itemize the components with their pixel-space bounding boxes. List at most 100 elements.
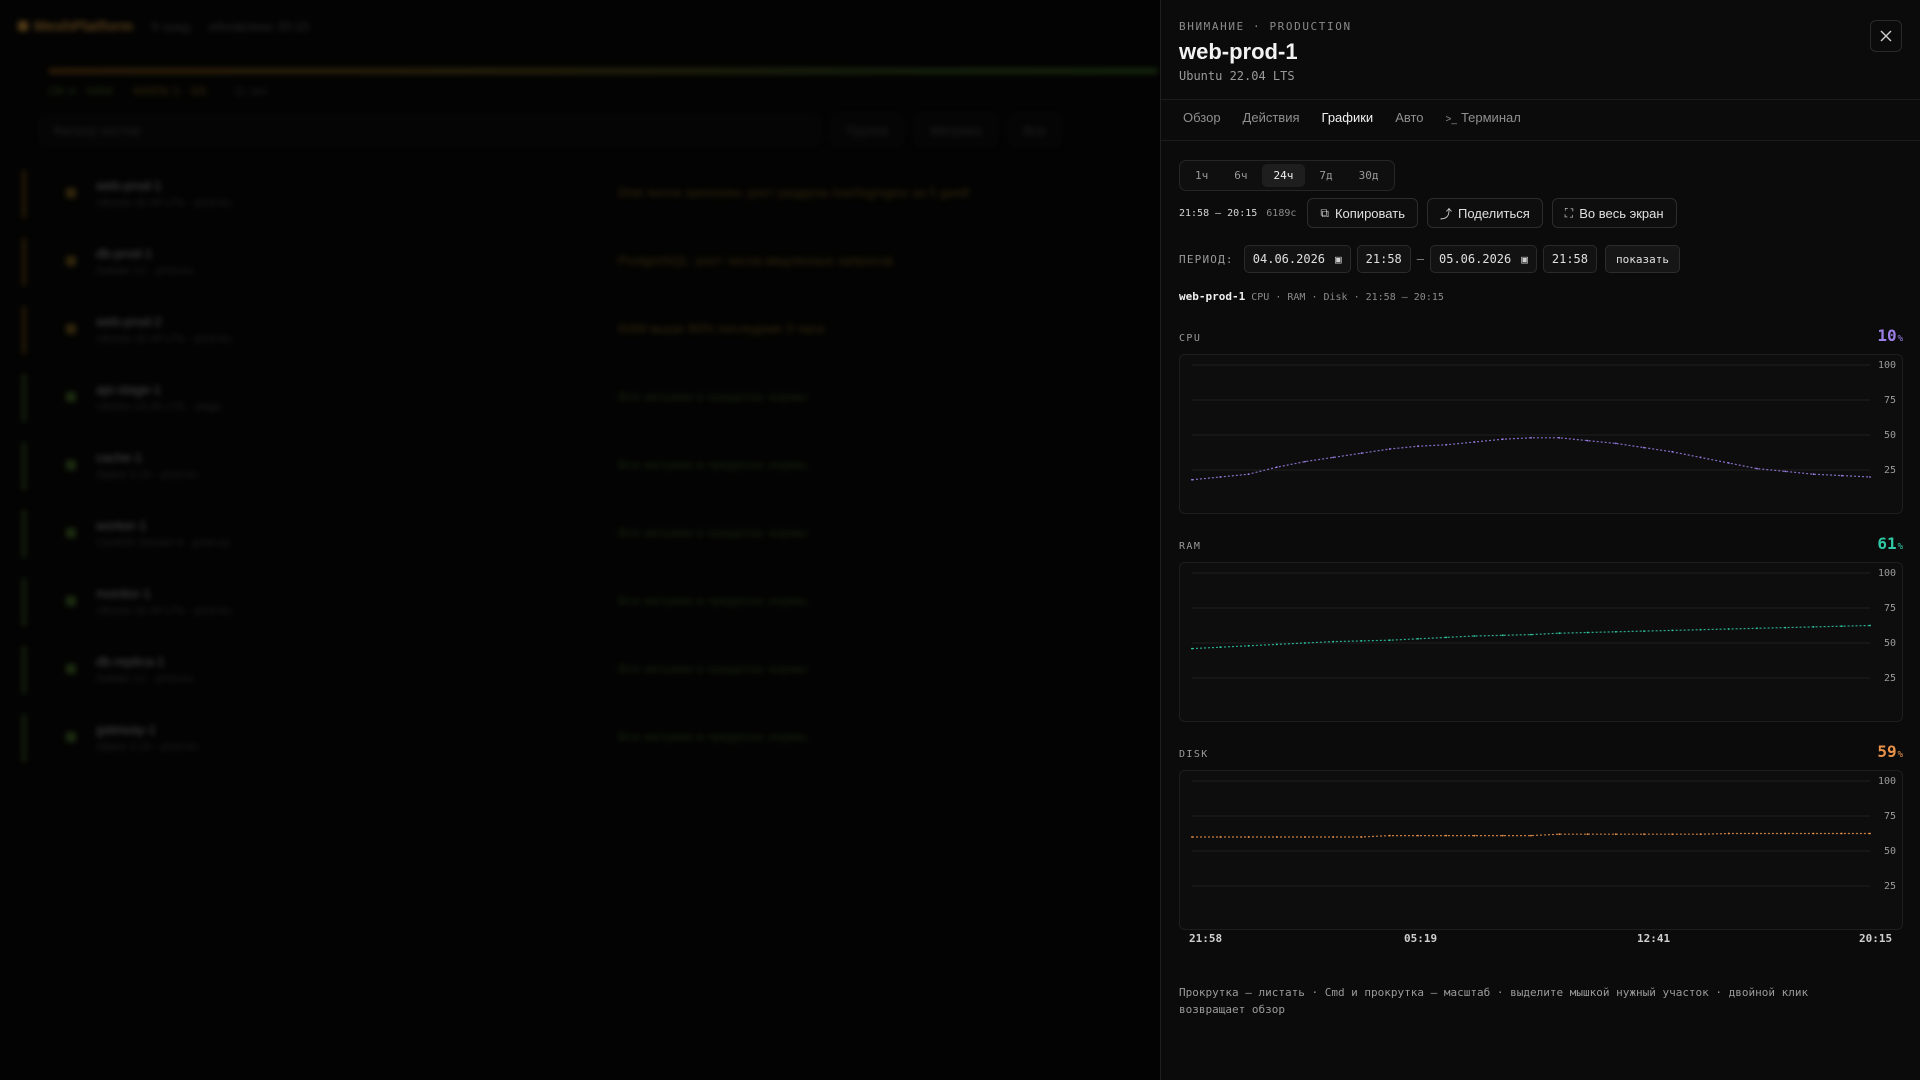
- data-point: [1727, 628, 1730, 630]
- share-button[interactable]: ⤴ Поделиться: [1426, 198, 1543, 228]
- data-point: [1445, 443, 1448, 446]
- data-point: [1699, 833, 1702, 836]
- range-7d[interactable]: 7д: [1307, 164, 1344, 187]
- calendar-icon: ▣: [1335, 252, 1342, 266]
- calendar-icon: ▣: [1521, 252, 1528, 266]
- data-point: [1388, 639, 1391, 642]
- ram-value-number: 61: [1877, 534, 1897, 553]
- cpu-chart-svg: 100 75 50 25: [1191, 360, 1896, 481]
- data-point: [1388, 448, 1391, 450]
- divider: [1161, 140, 1920, 141]
- data-point: [1247, 473, 1250, 476]
- data-point: [1840, 474, 1843, 477]
- x-tick-label: 20:15: [1859, 932, 1893, 945]
- data-point: [1247, 644, 1250, 647]
- period-to-date[interactable]: 05.06.2026 ▣: [1430, 245, 1537, 273]
- data-point: [1727, 462, 1730, 464]
- data-point: [1558, 632, 1561, 635]
- modal-backdrop[interactable]: [0, 0, 1160, 1080]
- range-24h[interactable]: 24ч: [1261, 164, 1306, 187]
- data-point: [1643, 833, 1645, 836]
- x-axis: 21:58 05:19 12:41 20:15: [1179, 932, 1903, 946]
- data-point: [1784, 470, 1787, 473]
- y-tick-label: 50: [1884, 846, 1896, 857]
- chart-usage-hint: Прокрутка — листать · Cmd и прокрутка — …: [1179, 986, 1809, 1016]
- data-point: [1586, 631, 1589, 634]
- chart-toolbar: 21:58 — 20:15 6189с ⧉ Копировать ⤴ Подел…: [1179, 198, 1677, 228]
- show-button[interactable]: показать: [1605, 245, 1680, 273]
- copy-icon: ⧉: [1320, 205, 1329, 220]
- fullscreen-button-label: Во весь экран: [1579, 205, 1664, 221]
- data-point: [1332, 456, 1335, 459]
- data-point: [1558, 436, 1561, 439]
- tab-actions[interactable]: Действия: [1243, 110, 1300, 125]
- y-tick-label: 25: [1884, 465, 1896, 476]
- fullscreen-button[interactable]: ⛶ Во весь экран: [1551, 198, 1677, 228]
- cpu-chart[interactable]: 100 75 50 25: [1179, 354, 1903, 514]
- data-point: [1614, 442, 1617, 445]
- data-point: [1530, 834, 1532, 837]
- from-time-value: 21:58: [1365, 252, 1402, 266]
- data-point: [1191, 647, 1193, 650]
- data-point: [1671, 450, 1674, 453]
- tab-charts[interactable]: Графики: [1322, 110, 1374, 125]
- x-tick-label: 05:19: [1404, 932, 1438, 945]
- drawer-header: ВНИМАНИЕ · PRODUCTION web-prod-1 Ubuntu …: [1179, 20, 1352, 83]
- y-tick-label: 75: [1884, 603, 1896, 614]
- fullscreen-icon: ⛶: [1564, 205, 1574, 220]
- data-point: [1586, 439, 1589, 442]
- data-point: [1756, 627, 1758, 630]
- range-label: 21:58 — 20:15: [1179, 207, 1258, 219]
- points-count: 6189с: [1266, 207, 1297, 219]
- data-point: [1275, 836, 1278, 838]
- period-from-date[interactable]: 04.06.2026 ▣: [1243, 245, 1351, 273]
- copy-button[interactable]: ⧉ Копировать: [1307, 198, 1418, 228]
- share-icon: ⤴: [1439, 206, 1452, 221]
- data-point: [1501, 438, 1504, 441]
- copy-button-label: Копировать: [1334, 205, 1405, 221]
- y-tick-label: 75: [1884, 811, 1896, 822]
- data-point: [1643, 446, 1645, 449]
- data-point: [1219, 836, 1222, 838]
- data-point: [1247, 836, 1250, 838]
- data-point: [1219, 646, 1222, 649]
- close-button[interactable]: [1870, 20, 1902, 52]
- ram-chart[interactable]: 100 75 50 25: [1179, 562, 1903, 722]
- data-point: [1445, 834, 1448, 837]
- ram-value: 61%: [1877, 534, 1903, 553]
- tab-overview[interactable]: Обзор: [1183, 110, 1221, 125]
- data-point: [1869, 832, 1871, 835]
- data-point: [1812, 626, 1815, 628]
- tab-auto[interactable]: Авто: [1395, 110, 1423, 125]
- range-30d[interactable]: 30д: [1347, 164, 1391, 187]
- series-line: [1191, 437, 1871, 481]
- data-point: [1332, 640, 1335, 643]
- disk-chart-svg: 100 75 50 25: [1191, 776, 1896, 892]
- data-point: [1304, 836, 1306, 838]
- data-point: [1275, 466, 1278, 469]
- from-date-value: 04.06.2026: [1252, 252, 1326, 266]
- period-from-time[interactable]: 21:58: [1356, 245, 1411, 273]
- data-point: [1530, 633, 1532, 636]
- tab-terminal-label: Терминал: [1460, 110, 1521, 125]
- host-drawer: ВНИМАНИЕ · PRODUCTION web-prod-1 Ubuntu …: [1160, 0, 1920, 1080]
- data-point: [1304, 460, 1306, 463]
- y-tick-label: 100: [1878, 360, 1896, 371]
- drawer-title: web-prod-1: [1179, 39, 1298, 64]
- ram-title: RAM: [1179, 541, 1202, 552]
- data-point: [1840, 832, 1843, 835]
- range-6h[interactable]: 6ч: [1222, 164, 1259, 187]
- data-point: [1614, 833, 1617, 836]
- y-tick-label: 50: [1884, 638, 1896, 649]
- data-point: [1558, 833, 1561, 836]
- data-point: [1812, 473, 1815, 476]
- data-point: [1473, 441, 1476, 443]
- period-to-time[interactable]: 21:58: [1542, 245, 1597, 273]
- range-1h[interactable]: 1ч: [1183, 164, 1220, 187]
- data-point: [1417, 637, 1419, 640]
- disk-chart[interactable]: 100 75 50 25: [1179, 770, 1903, 930]
- period-picker: ПЕРИОД: 04.06.2026 ▣ 21:58 — 05.06.2026 …: [1179, 245, 1680, 273]
- tab-terminal[interactable]: >_ Терминал: [1446, 110, 1521, 125]
- data-point: [1812, 832, 1815, 835]
- data-point: [1784, 626, 1787, 629]
